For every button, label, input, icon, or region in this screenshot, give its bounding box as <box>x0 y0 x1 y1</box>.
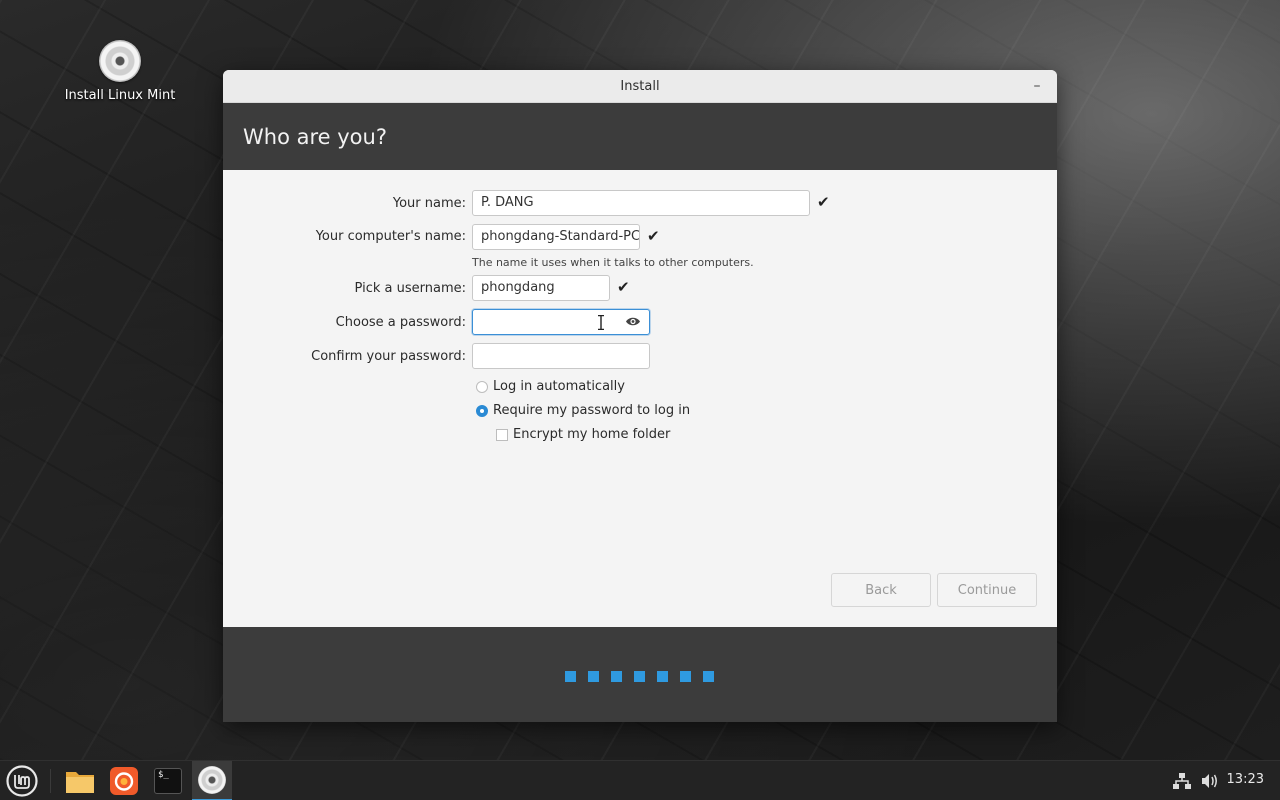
progress-step <box>588 671 599 682</box>
network-icon <box>1173 773 1191 789</box>
login-automatically-label: Log in automatically <box>493 379 625 394</box>
progress-step <box>680 671 691 682</box>
desktop-icon-label: Install Linux Mint <box>64 88 176 103</box>
encrypt-home-label: Encrypt my home folder <box>513 427 671 442</box>
name-label: Your name: <box>392 196 466 211</box>
form-area: Your name: P. DANG ✔ Your computer's nam… <box>223 170 1057 627</box>
mint-menu-icon <box>6 765 38 797</box>
installer-window: Install – Who are you? Your name: P. DAN… <box>223 70 1057 722</box>
page-header: Who are you? <box>223 103 1057 170</box>
progress-step <box>634 671 645 682</box>
confirm-password-input[interactable] <box>472 343 650 369</box>
folder-icon <box>66 772 94 793</box>
password-input[interactable] <box>472 309 650 335</box>
progress-step <box>703 671 714 682</box>
page-title: Who are you? <box>243 124 387 149</box>
require-password-option[interactable]: Require my password to log in <box>476 403 690 418</box>
computer-name-hint: The name it uses when it talks to other … <box>472 256 754 269</box>
installer-disc-icon <box>198 766 226 794</box>
continue-button[interactable]: Continue <box>937 573 1037 607</box>
encrypt-home-option[interactable]: Encrypt my home folder <box>496 427 670 442</box>
progress-footer <box>223 627 1057 722</box>
require-password-radio[interactable] <box>476 404 488 417</box>
terminal-launcher[interactable]: $_ <box>148 761 188 800</box>
installer-taskbar-item[interactable] <box>192 761 232 800</box>
name-input[interactable]: P. DANG <box>472 190 810 216</box>
desktop-icon-install-linux-mint[interactable]: Install Linux Mint <box>62 38 178 103</box>
require-password-label: Require my password to log in <box>493 403 691 418</box>
confirm-password-label: Confirm your password: <box>311 349 466 364</box>
name-valid-check-icon: ✔ <box>817 193 830 211</box>
volume-icon <box>1202 774 1217 788</box>
computer-name-valid-check-icon: ✔ <box>647 227 660 245</box>
encrypt-home-checkbox[interactable] <box>496 428 508 441</box>
password-label: Choose a password: <box>335 315 466 330</box>
minimize-button[interactable]: – <box>1027 76 1047 96</box>
firefox-icon <box>110 767 138 795</box>
taskbar: $_ 13:23 <box>0 760 1280 800</box>
terminal-icon: $_ <box>154 768 182 794</box>
progress-indicator <box>565 671 714 682</box>
taskbar-separator <box>50 769 51 793</box>
progress-step <box>565 671 576 682</box>
clock[interactable]: 13:23 <box>1227 772 1264 787</box>
username-label: Pick a username: <box>354 281 466 296</box>
window-titlebar[interactable]: Install – <box>223 70 1057 103</box>
disc-icon <box>99 40 141 82</box>
progress-step <box>611 671 622 682</box>
text-cursor-icon <box>598 315 604 330</box>
login-automatically-radio[interactable] <box>476 380 488 393</box>
computer-name-label: Your computer's name: <box>315 229 466 244</box>
window-title: Install <box>620 78 660 94</box>
show-password-eye-icon[interactable] <box>625 316 641 327</box>
back-button[interactable]: Back <box>831 573 931 607</box>
login-automatically-option[interactable]: Log in automatically <box>476 379 625 394</box>
volume-tray-button[interactable] <box>1190 761 1230 800</box>
firefox-launcher[interactable] <box>104 761 144 800</box>
username-valid-check-icon: ✔ <box>617 278 630 296</box>
mint-menu-button[interactable] <box>2 761 42 800</box>
progress-step <box>657 671 668 682</box>
files-launcher[interactable] <box>60 761 100 800</box>
username-input[interactable]: phongdang <box>472 275 610 301</box>
computer-name-input[interactable]: phongdang-Standard-PC <box>472 224 640 250</box>
